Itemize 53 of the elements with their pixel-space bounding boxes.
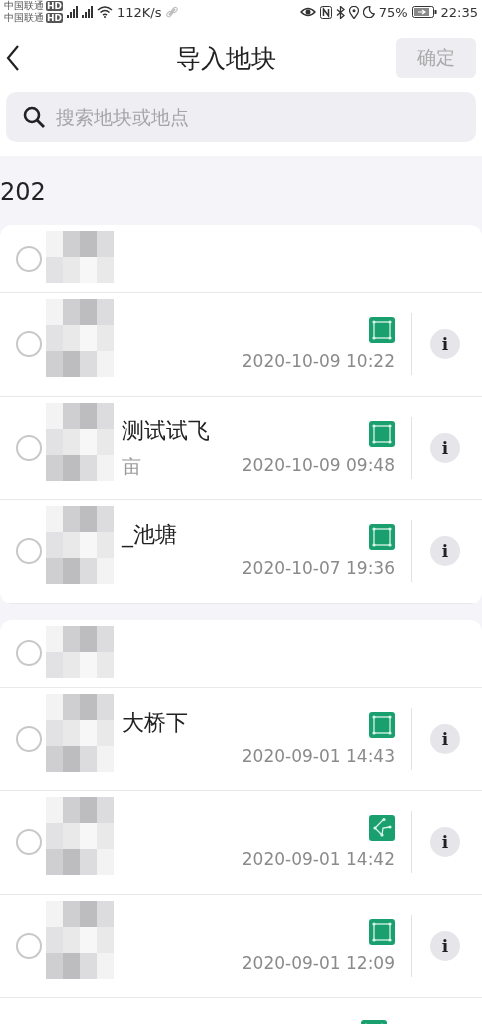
plot-name: 测试试飞	[122, 416, 211, 445]
plot-name: _池塘	[122, 521, 178, 550]
plot-date: 2020-09-01 14:43	[241, 745, 395, 766]
radio-button[interactable]	[16, 725, 42, 752]
nfc-icon	[319, 5, 332, 19]
clock-time: 22:35	[440, 4, 478, 20]
plot-date: 2020-10-09 09:48	[241, 454, 395, 475]
signal-icon	[82, 6, 93, 18]
plot-area: 亩	[122, 453, 141, 480]
info-button[interactable]: i	[430, 536, 460, 567]
moon-icon	[362, 6, 375, 18]
pixelated-blur	[46, 625, 114, 678]
info-button[interactable]: i	[430, 432, 460, 463]
battery-percent: 75%	[378, 4, 408, 20]
link-icon	[165, 6, 178, 18]
info-button[interactable]: i	[430, 827, 460, 858]
battery-icon	[411, 6, 437, 18]
plot-date: 2020-10-09 10:22	[241, 351, 395, 372]
hd-badge: HD	[46, 13, 63, 23]
plot-date: 2020-09-01 14:42	[241, 849, 395, 870]
pixelated-blur	[46, 231, 114, 283]
page-title: 导入地块	[175, 42, 277, 75]
search-field[interactable]: 搜索地块或地点	[6, 92, 476, 142]
signal-icon	[67, 6, 78, 18]
carrier-name: 中国联通	[4, 12, 44, 24]
info-button[interactable]: i	[430, 723, 460, 754]
info-button[interactable]: i	[430, 329, 460, 360]
info-button[interactable]: i	[430, 930, 460, 961]
radio-button[interactable]	[16, 932, 42, 959]
bluetooth-icon	[335, 5, 345, 19]
radio-button[interactable]	[16, 640, 42, 666]
network-speed: 112K/s	[117, 4, 162, 20]
hd-badge: HD	[46, 1, 63, 11]
wifi-icon	[97, 6, 113, 18]
radio-button[interactable]	[16, 434, 42, 461]
radio-button[interactable]	[16, 538, 42, 565]
square-plot-icon	[369, 711, 395, 738]
group-label: 202	[0, 177, 47, 208]
plot-date: 2020-09-01 12:09	[241, 952, 395, 973]
location-icon	[348, 5, 359, 19]
eye-icon	[299, 6, 316, 18]
carrier-name: 中国联通	[4, 0, 44, 12]
search-icon	[22, 105, 46, 129]
square-plot-icon	[369, 317, 395, 344]
plot-name: 大桥下	[122, 708, 189, 737]
square-plot-icon	[369, 420, 395, 447]
route-plot-icon	[369, 815, 395, 842]
plot-date: 2020-10-07 19:36	[241, 558, 395, 579]
radio-button[interactable]	[16, 829, 42, 856]
radio-button[interactable]	[16, 331, 42, 358]
square-plot-icon	[369, 524, 395, 551]
square-plot-icon	[369, 918, 395, 945]
radio-button[interactable]	[16, 245, 42, 272]
